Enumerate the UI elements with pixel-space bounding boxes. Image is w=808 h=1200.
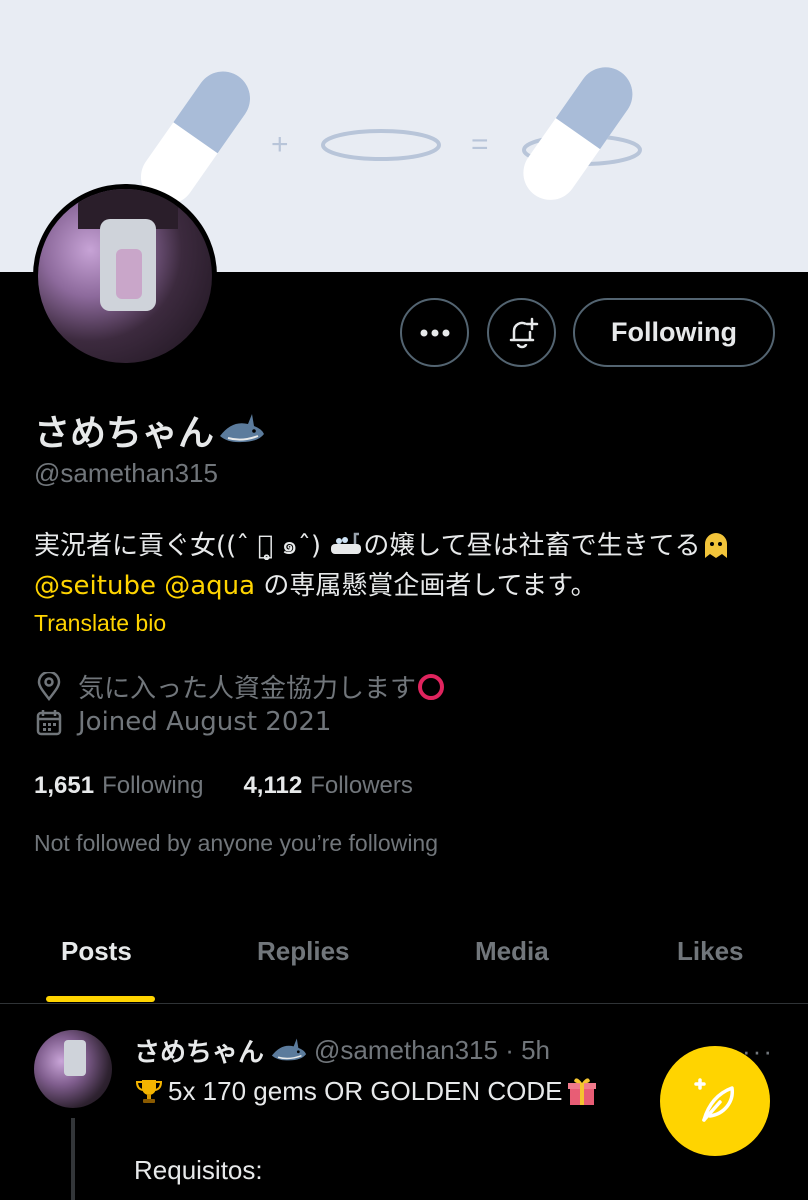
active-tab-indicator [46,996,155,1002]
post-header: さめちゃん @samethan315 · 5h [134,1032,550,1069]
location-pin-icon [37,671,61,701]
not-followed-notice: Not followed by anyone you’re following [34,830,439,856]
post-meta: @samethan315 · 5h [314,1035,550,1065]
followers-count: 4,112 [243,772,303,799]
profile-bio: 実況者に貢ぐ女((ˆ ๑̥̥̥ ๑ˆ) の嬢して昼は社畜で生きてる @seitu… [34,526,784,606]
profile-avatar[interactable] [33,184,217,368]
shark-emoji-icon [220,414,265,443]
joined-text: Joined August 2021 [78,707,332,737]
more-button[interactable] [400,298,469,367]
bio-text-1: 実況者に貢ぐ女((ˆ ๑̥̥̥ ๑ˆ) [34,531,330,561]
bio-mention-seitube[interactable]: @seitube [34,571,156,601]
compose-feather-icon [694,1078,734,1122]
post-text-line2: Requisitos: [134,1155,263,1185]
bell-plus-icon [509,317,538,348]
post-avatar[interactable] [34,1030,112,1108]
profile-handle: @samethan315 [34,458,218,488]
post-text-1: 5x 170 gems OR GOLDEN CODE [168,1075,563,1106]
svg-text:+: + [271,128,289,161]
followers-label: Followers [310,772,413,799]
gift-emoji-icon [568,1078,597,1105]
post-text-line1: 5x 170 gems OR GOLDEN CODE [134,1075,598,1107]
profile-location: 気に入った人資金協力します [34,668,446,705]
tab-posts[interactable]: Posts [61,936,132,967]
followers-stat[interactable]: 4,112 Followers [243,772,412,800]
thread-line [71,1118,75,1200]
calendar-icon [36,710,62,736]
bathtub-emoji-icon [331,532,362,554]
red-circle-icon [418,674,445,700]
svg-text:=: = [471,128,489,161]
translate-bio-link[interactable]: Translate bio [34,610,166,637]
profile-stats: 1,651 Following 4,112 Followers [34,772,413,800]
following-stat[interactable]: 1,651 Following [34,772,203,800]
bio-text-3: の専属懸賞企画者してます。 [255,571,597,601]
bio-text-2: の嬢して昼は社畜で生きてる [363,531,701,561]
shark-emoji-icon [271,1038,307,1060]
following-count: 1,651 [34,772,95,799]
trophy-emoji-icon [135,1080,163,1103]
display-name: さめちゃん [34,404,266,456]
display-name-text: さめちゃん [34,413,215,454]
following-button[interactable]: Following [573,298,775,367]
post-author-name[interactable]: さめちゃん [134,1032,264,1069]
profile-joined: Joined August 2021 [34,707,331,737]
location-text: 気に入った人資金協力します [78,674,417,704]
tab-likes[interactable]: Likes [677,936,744,967]
compose-button[interactable] [660,1046,770,1156]
tab-replies[interactable]: Replies [257,936,350,967]
notifications-button[interactable] [487,298,556,367]
profile-tabs: Posts Replies Media Likes [0,918,808,1004]
bio-mention-aqua[interactable]: @aqua [164,571,255,601]
ghost-emoji-icon [704,533,727,558]
following-label: Following [102,772,204,799]
more-icon [420,329,449,336]
tab-media[interactable]: Media [475,936,549,967]
